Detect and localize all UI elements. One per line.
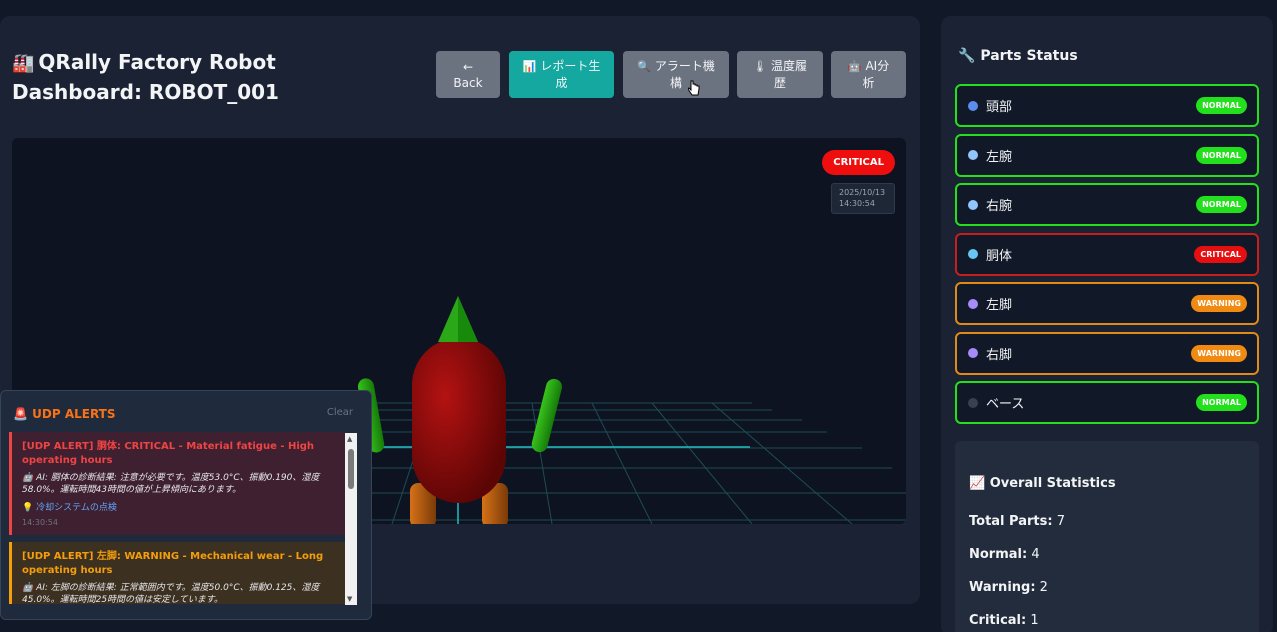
part-row[interactable]: 右脚 WARNING [955, 331, 1259, 375]
stat-warning: Warning: 2 [969, 580, 1048, 595]
chart-up-icon: 📈 [969, 476, 986, 491]
part-row[interactable]: 左腕 NORMAL [955, 133, 1259, 177]
lightbulb-icon: 💡 [22, 503, 34, 513]
robot-icon: 🤖 [22, 583, 34, 593]
status-timestamp: 2025/10/13 14:30:54 [831, 183, 895, 214]
status-dot-icon [968, 298, 978, 309]
ai-analysis-button[interactable]: 🤖 AI分析 [831, 51, 906, 98]
part-row[interactable]: ベース NORMAL [955, 381, 1259, 424]
magnifier-icon: 🔍 [637, 60, 651, 73]
alerts-title: 🚨 UDP ALERTS [13, 407, 116, 421]
recommendation-link[interactable]: 冷却システムの点検 [36, 503, 117, 513]
status-badge: CRITICAL [822, 150, 895, 175]
scroll-up-icon[interactable]: ▲ [347, 435, 352, 443]
robot-icon: 🤖 [847, 60, 862, 73]
parts-status-title: 🔧 Parts Status [958, 48, 1078, 64]
scroll-down-icon[interactable]: ▼ [347, 595, 352, 603]
wrench-icon: 🔧 [958, 48, 976, 64]
status-dot-icon [968, 249, 978, 259]
right-arm [531, 378, 563, 453]
udp-alerts-panel: 🚨 UDP ALERTS Clear [UDP ALERT] 胴体: CRITI… [0, 390, 372, 620]
alerts-list[interactable]: [UDP ALERT] 胴体: CRITICAL - Material fati… [9, 432, 345, 604]
alert-item: [UDP ALERT] 胴体: CRITICAL - Material fati… [9, 432, 345, 535]
part-row[interactable]: 胴体 CRITICAL [955, 232, 1259, 276]
status-badge: NORMAL [1196, 394, 1247, 411]
part-name: 右脚 [986, 347, 1013, 363]
alerts-scrollbar[interactable]: ▲ ▼ [345, 433, 357, 605]
arrow-left-icon: ← [462, 59, 474, 74]
status-badge: NORMAL [1196, 146, 1247, 164]
clear-alerts-button[interactable]: Clear [327, 407, 353, 418]
overall-statistics: 📈 Overall Statistics Total Parts: 7 Norm… [955, 441, 1259, 632]
status-badge: NORMAL [1196, 196, 1247, 213]
part-name: 頭部 [986, 100, 1013, 115]
alert-item: [UDP ALERT] 左脚: WARNING - Mechanical wea… [9, 542, 345, 604]
report-button[interactable]: 📊 レポート生成 [509, 51, 614, 98]
parts-status-panel: 🔧 Parts Status 頭部 NORMAL 左腕 NORMAL 右腕 NORMAL 胴… [941, 16, 1273, 632]
status-dot-icon [968, 100, 978, 111]
part-row[interactable]: 頭部 NORMAL [955, 84, 1259, 127]
part-name: 右腕 [986, 199, 1013, 214]
status-badge: WARNING [1191, 344, 1247, 362]
chart-icon: 📊 [522, 60, 537, 73]
page-title: 🏭 QRally Factory Robot Dashboard: ROBOT_0… [12, 50, 279, 104]
part-name: ベース [986, 397, 1025, 412]
alert-system-button[interactable]: 🔍 アラート機構 [623, 51, 729, 98]
status-badge: CRITICAL [1194, 245, 1247, 263]
temperature-history-button[interactable]: 🌡 温度履歴 [737, 51, 823, 98]
thermometer-icon: 🌡 [753, 60, 767, 73]
scrollbar-thumb[interactable] [348, 449, 354, 489]
status-dot-icon [968, 199, 978, 210]
stat-normal: Normal: 4 [969, 547, 1040, 562]
part-name: 左腕 [986, 149, 1013, 165]
robot-icon: 🤖 [22, 473, 34, 483]
part-row[interactable]: 左脚 WARNING [955, 282, 1259, 325]
part-row[interactable]: 右腕 NORMAL [955, 183, 1259, 226]
status-dot-icon [968, 348, 978, 358]
part-name: 左脚 [986, 298, 1013, 313]
status-badge: NORMAL [1196, 97, 1247, 114]
status-dot-icon [968, 150, 978, 160]
status-dot-icon [968, 397, 978, 408]
part-name: 胴体 [986, 248, 1013, 264]
factory-icon: 🏭 [12, 53, 35, 74]
stat-total: Total Parts: 7 [969, 514, 1065, 529]
status-badge: WARNING [1191, 295, 1247, 312]
torso [412, 338, 506, 503]
back-button[interactable]: ← Back [436, 51, 500, 98]
siren-icon: 🚨 [13, 407, 28, 421]
mouse-cursor-icon [687, 80, 700, 96]
stat-critical: Critical: 1 [969, 613, 1039, 628]
